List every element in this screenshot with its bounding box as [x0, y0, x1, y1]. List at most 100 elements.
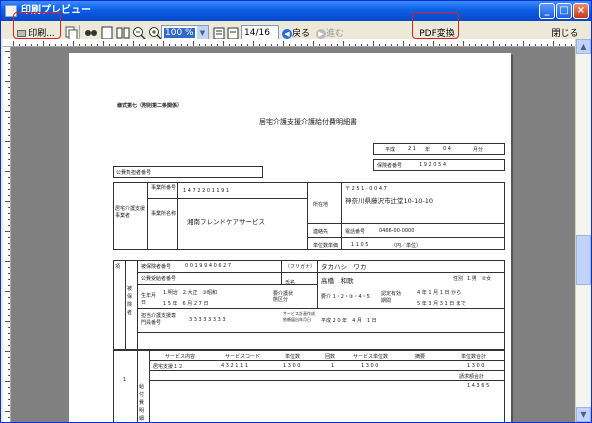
ruler-tick — [8, 369, 10, 370]
unit-price-value: 1 1 0 5 — [351, 242, 369, 248]
ruler-tick — [241, 44, 242, 46]
ruler-tick — [349, 44, 350, 46]
ruler-tick — [211, 44, 212, 46]
minimize-icon[interactable]: _ — [539, 3, 555, 19]
ruler-tick — [445, 44, 446, 46]
ruler-tick — [8, 417, 10, 418]
ruler-tick — [283, 41, 284, 46]
scroll-thumb[interactable] — [576, 235, 591, 285]
svc-row-code: 4 3 2 1 1 1 — [221, 363, 249, 369]
ruler-tick — [553, 41, 554, 46]
ruler-tick — [8, 333, 10, 334]
phone-label: 電話番号 — [345, 229, 366, 235]
ruler-tick — [5, 51, 10, 52]
manager-label: 担当介護支援専門員番号 — [141, 313, 177, 326]
insured-label: 被保険者 — [127, 286, 133, 316]
phone-value: 0466-00-0000 — [379, 228, 415, 234]
manager-number: 3 3 3 3 3 3 3 3 — [189, 317, 226, 323]
office-name: 湘南フレンドケアサービス — [187, 218, 265, 226]
ruler-tick — [79, 44, 80, 46]
ruler-tick — [8, 99, 10, 100]
vertical-scrollbar[interactable]: ▲ ▼ — [575, 39, 591, 422]
forward-label: 進む — [325, 29, 344, 39]
ruler-tick — [535, 44, 536, 46]
ruler-tick — [8, 183, 10, 184]
form-number: 様式第七（附則第二条関係） — [117, 103, 183, 109]
svc-row-count: 1 — [331, 363, 335, 369]
svc-row-name: 居宅支援１２ — [153, 364, 184, 370]
sex-value: 1.男 ②女 — [467, 276, 492, 282]
ruler-tick — [151, 44, 152, 46]
ruler-tick — [8, 117, 10, 118]
ruler-tick — [5, 231, 10, 232]
ruler-tick — [8, 249, 10, 250]
ruler-tick — [8, 147, 10, 148]
ruler-tick — [133, 41, 134, 46]
ruler-tick — [511, 44, 512, 46]
close-icon[interactable]: × — [573, 3, 589, 19]
ruler-tick — [85, 44, 86, 46]
scroll-up-icon[interactable]: ▲ — [576, 39, 591, 54]
insured-number: 0 0 1 9 9 4 0 6 2 7 — [185, 263, 232, 269]
ruler-tick — [8, 393, 10, 394]
ruler-tick — [409, 44, 410, 46]
ruler-tick — [8, 339, 10, 340]
payment-label: 給付費明細 — [139, 384, 145, 422]
address-label: 所在地 — [313, 202, 329, 208]
month-unit: 月分 — [473, 147, 484, 153]
ruler-tick — [289, 44, 290, 46]
maximize-icon[interactable]: □ — [556, 3, 572, 19]
ruler-tick — [121, 44, 122, 46]
claim-total-label: 請求額合計 — [459, 374, 485, 380]
print-preview-window: 印刷プレビュー _ □ × 印刷... 100 % ▼ 14/16 ◀ 戻る ▶ 進… — [0, 0, 592, 423]
ruler-tick — [8, 255, 10, 256]
ruler-tick — [61, 44, 62, 46]
ruler-tick — [379, 44, 380, 46]
ruler-tick — [517, 44, 518, 46]
forward-arrow-icon: ▶ — [315, 28, 326, 39]
name-value: 高橋 和歌 — [321, 277, 354, 285]
ruler-tick — [5, 411, 10, 412]
unit-price-unit: （円／単位） — [391, 243, 422, 249]
svc-header-total: 単位数合計 — [461, 354, 487, 360]
ruler-tick — [139, 44, 140, 46]
ruler-tick — [13, 41, 14, 46]
ruler-tick — [97, 44, 98, 46]
ruler-tick — [55, 44, 56, 46]
ruler-tick — [265, 44, 266, 46]
ruler-tick — [8, 303, 10, 304]
ruler-tick — [223, 41, 224, 46]
insured-number-label: 被保険者番号 — [141, 264, 172, 270]
scroll-down-icon[interactable]: ▼ — [576, 407, 591, 422]
care-level: 要介 1・2・③・4・5 — [321, 294, 370, 300]
ruler-tick — [253, 41, 254, 46]
ruler-tick — [8, 309, 10, 310]
ruler-tick — [157, 44, 158, 46]
ruler-tick — [8, 399, 10, 400]
ruler-tick — [5, 171, 10, 172]
ruler-tick — [547, 44, 548, 46]
ruler-tick — [8, 279, 10, 280]
year-label: 平成 — [385, 147, 396, 153]
preview-canvas[interactable]: 様式第七（附則第二条関係） 居宅介護支援介護給付費明細書 平成 2 1 年 0 … — [11, 47, 575, 422]
svc-row-units: 1 3 0 0 — [283, 363, 301, 369]
ruler-tick — [331, 44, 332, 46]
ruler-tick — [8, 345, 10, 346]
ruler-tick — [67, 44, 68, 46]
chevron-down-icon[interactable]: ▼ — [197, 26, 208, 40]
svc-header-content: サービス内容 — [165, 354, 196, 360]
ruler-tick — [481, 44, 482, 46]
ruler-tick — [571, 44, 572, 46]
unit-price-label: 単位数単価 — [313, 243, 339, 249]
ruler-tick — [8, 63, 10, 64]
year-unit: 年 — [425, 147, 431, 153]
plan-label: サービス計画作成依頼届出年月日 — [283, 311, 315, 322]
ruler-tick — [8, 159, 10, 160]
document-title: 居宅介護支援介護給付費明細書 — [259, 118, 357, 126]
ruler-tick — [8, 87, 10, 88]
ruler-tick — [457, 44, 458, 46]
ruler-tick — [427, 44, 428, 46]
ruler-tick — [43, 41, 44, 46]
ruler-tick — [19, 44, 20, 46]
ruler-tick — [175, 44, 176, 46]
